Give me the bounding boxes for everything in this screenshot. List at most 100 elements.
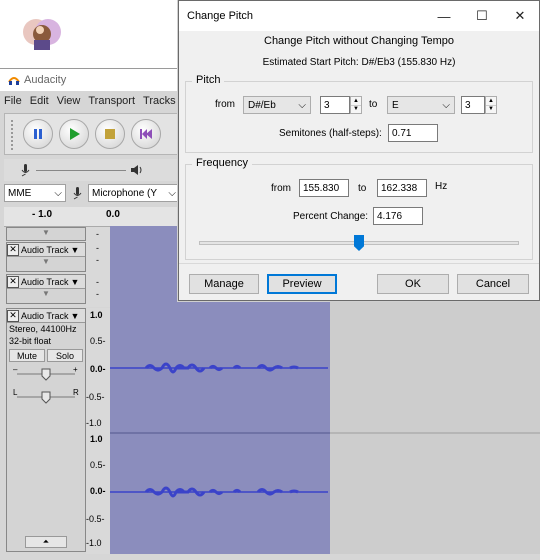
spin-down-icon[interactable]: ▼ (486, 106, 496, 114)
play-icon (70, 128, 80, 140)
frequency-to-input[interactable]: 162.338 (377, 179, 427, 197)
pitch-to-octave-input[interactable]: 3 (461, 96, 485, 114)
divider (179, 263, 539, 264)
play-button[interactable] (59, 119, 89, 149)
speaker-icon (131, 165, 142, 175)
pitch-to-note-value: E (392, 99, 399, 111)
scale-label: 1.0 (90, 434, 103, 444)
close-icon[interactable]: ✕ (7, 309, 19, 322)
waveform-right-channel[interactable] (110, 432, 330, 554)
svg-text:–: – (13, 365, 18, 374)
audio-host-select[interactable]: MME ⌵ (4, 184, 66, 202)
track-name[interactable]: Audio Track (21, 311, 69, 321)
scale-tick: - (96, 229, 99, 239)
waveform-left-channel[interactable] (110, 308, 330, 432)
scale-label: -1.0 (86, 538, 102, 548)
track-collapsed-stub: ▼ (6, 227, 86, 241)
track-panel: ✕ Audio Track ▼ ▼ (6, 242, 86, 272)
collapse-arrow-icon[interactable]: ▼ (7, 289, 85, 298)
empty-track-area[interactable] (330, 432, 540, 554)
maximize-button[interactable]: ☐ (463, 1, 501, 31)
track-bit-depth: 32-bit float (9, 336, 52, 346)
skip-to-start-button[interactable] (131, 119, 161, 149)
pitch-to-note-select[interactable]: E ⌵ (387, 96, 455, 114)
close-icon[interactable]: ✕ (7, 275, 19, 288)
app-shortcut-icon[interactable] (20, 14, 64, 54)
frequency-from-input[interactable]: 155.830 (299, 179, 349, 197)
menu-tracks[interactable]: Tracks (139, 93, 180, 111)
pitch-from-note-select[interactable]: D#/Eb ⌵ (243, 96, 311, 114)
track-name[interactable]: Audio Track (21, 277, 69, 287)
ruler-label-right: 0.0 (106, 209, 120, 220)
chevron-down-icon: ⌵ (54, 187, 62, 199)
microphone-icon (73, 187, 82, 200)
menu-transport[interactable]: Transport (84, 93, 139, 111)
dialog-titlebar[interactable]: Change Pitch ― ☐ ✕ (179, 1, 539, 31)
ruler-label-left: - 1.0 (32, 209, 53, 220)
pitch-from-label: from (215, 99, 235, 110)
svg-text:L: L (13, 388, 18, 397)
chevron-down-icon: ⌵ (168, 187, 176, 199)
track-header: ✕ Audio Track ▼ (7, 243, 85, 257)
recording-device-value: Microphone (Y (92, 187, 158, 199)
solo-button[interactable]: Solo (47, 349, 83, 362)
collapse-arrow-icon[interactable]: ▼ (7, 228, 85, 237)
spin-up-icon[interactable]: ▲ (486, 97, 496, 106)
manage-button[interactable]: Manage (189, 274, 259, 294)
stop-icon (105, 129, 115, 139)
transport-toolbar (4, 113, 178, 155)
close-button[interactable]: ✕ (501, 1, 539, 31)
recording-volume-slider[interactable] (36, 169, 126, 171)
semitones-input[interactable]: 0.71 (388, 124, 438, 142)
collapse-track-button[interactable]: ⏶ (25, 536, 67, 548)
svg-text:R: R (73, 388, 79, 397)
track-header: ✕ Audio Track ▼ (7, 275, 85, 289)
spin-down-icon[interactable]: ▼ (351, 106, 361, 114)
skip-start-icon (140, 129, 152, 139)
audacity-logo-icon (8, 77, 20, 85)
menu-edit[interactable]: Edit (26, 93, 53, 111)
close-icon[interactable]: ✕ (7, 243, 19, 256)
empty-track-area[interactable] (330, 308, 540, 432)
recording-device-select[interactable]: Microphone (Y ⌵ (88, 184, 180, 202)
pitch-from-note-value: D#/Eb (248, 99, 276, 111)
amplitude-scale-left: 1.0 0.5- 0.0- -0.5- -1.0 (86, 308, 110, 432)
dialog-heading: Change Pitch without Changing Tempo (264, 35, 454, 47)
collapsed-scales: - - - - - (86, 227, 110, 307)
waveform-right-svg (110, 486, 328, 498)
pause-button[interactable] (23, 119, 53, 149)
estimated-pitch-text: Estimated Start Pitch: D#/Eb3 (155.830 H… (262, 57, 456, 68)
minimize-button[interactable]: ― (425, 1, 463, 31)
stop-button[interactable] (95, 119, 125, 149)
frequency-from-label: from (271, 183, 291, 194)
track-name[interactable]: Audio Track (21, 245, 69, 255)
menu-view[interactable]: View (53, 93, 85, 111)
mute-button[interactable]: Mute (9, 349, 45, 362)
track-menu-arrow-icon[interactable]: ▼ (71, 277, 80, 287)
frequency-unit: Hz (435, 181, 448, 192)
preview-button[interactable]: Preview (267, 274, 337, 294)
collapse-arrow-icon[interactable]: ▼ (7, 257, 85, 266)
scale-tick: - (96, 243, 99, 253)
ok-button[interactable]: OK (377, 274, 449, 294)
gain-slider[interactable]: – + (7, 364, 85, 384)
cancel-button[interactable]: Cancel (457, 274, 529, 294)
microphone-icon (21, 164, 30, 177)
scale-tick: - (96, 289, 99, 299)
track-menu-arrow-icon[interactable]: ▼ (71, 311, 80, 321)
toolbar-grip[interactable] (11, 120, 17, 150)
percent-change-input[interactable]: 4.176 (373, 207, 423, 225)
pitch-from-octave-input[interactable]: 3 (320, 96, 350, 114)
track-menu-arrow-icon[interactable]: ▼ (71, 245, 80, 255)
menu-file[interactable]: File (0, 93, 26, 111)
pitch-to-octave-spinner[interactable]: ▲ ▼ (485, 96, 497, 114)
svg-text:+: + (73, 365, 78, 374)
percent-change-label: Percent Change: (293, 211, 369, 222)
pitch-from-octave-spinner[interactable]: ▲ ▼ (350, 96, 362, 114)
frequency-to-label: to (358, 183, 367, 194)
spin-up-icon[interactable]: ▲ (351, 97, 361, 106)
pan-slider[interactable]: L R (7, 387, 85, 407)
chevron-down-icon: ⌵ (298, 99, 306, 111)
pitch-group: Pitch (185, 74, 533, 153)
scale-tick: - (96, 277, 99, 287)
